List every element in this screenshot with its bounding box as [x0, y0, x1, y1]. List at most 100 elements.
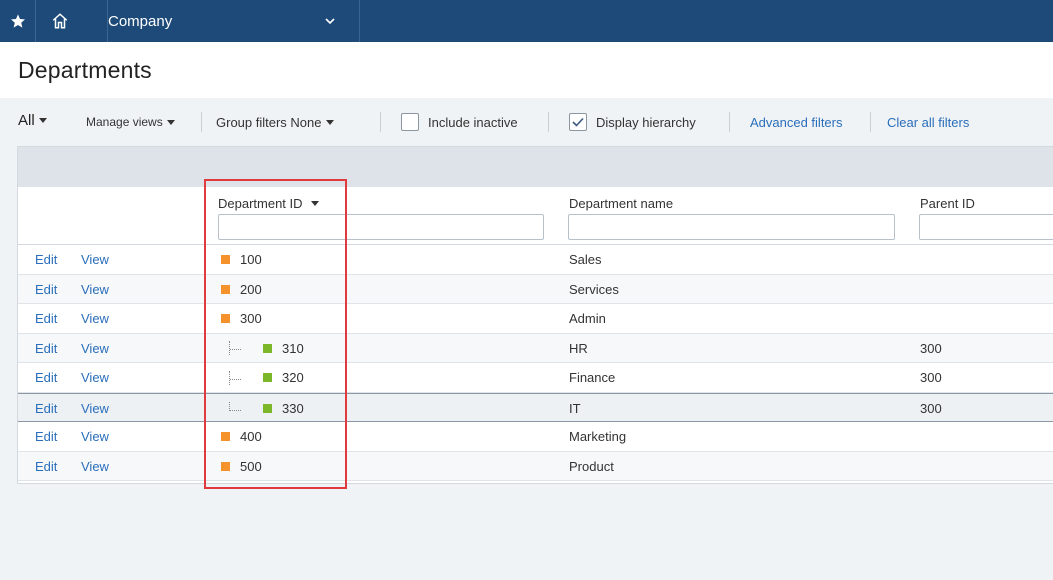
department-id: 320 — [282, 370, 304, 385]
view-link[interactable]: View — [81, 452, 109, 481]
column-header-department-name[interactable]: Department name — [569, 196, 673, 211]
edit-link[interactable]: Edit — [35, 304, 57, 333]
display-hierarchy-checkbox[interactable] — [569, 113, 587, 131]
parent-id: 300 — [920, 400, 942, 416]
edit-link[interactable]: Edit — [35, 245, 57, 274]
table-row: Edit View 320 Finance 300 — [18, 363, 1053, 393]
table-header: Department ID Department name Parent ID — [18, 187, 1053, 245]
separator — [380, 112, 381, 132]
edit-link[interactable]: Edit — [35, 275, 57, 304]
parent-department-marker-icon — [221, 461, 230, 471]
edit-link[interactable]: Edit — [35, 334, 57, 363]
table-toolbar — [18, 147, 1053, 187]
department-id: 310 — [282, 340, 304, 356]
table-row: Edit View 200 Services — [18, 274, 1053, 304]
department-id-cell: 320 — [221, 363, 304, 392]
view-selector-label: All — [18, 112, 35, 129]
company-label: Company — [108, 12, 173, 30]
favorites-button[interactable] — [0, 0, 36, 42]
view-link[interactable]: View — [81, 245, 109, 274]
group-filters-dropdown[interactable]: Group filters None — [216, 115, 334, 130]
caret-down-icon — [325, 120, 334, 125]
view-link[interactable]: View — [81, 304, 109, 333]
table-row: Edit View 310 HR 300 — [18, 333, 1053, 363]
display-hierarchy-label: Display hierarchy — [596, 114, 696, 130]
edit-link[interactable]: Edit — [35, 422, 57, 451]
department-id: 300 — [240, 311, 262, 326]
edit-link[interactable]: Edit — [35, 363, 57, 392]
department-name: HR — [569, 340, 588, 356]
table-row-selected: Edit View 330 IT 300 — [18, 392, 1053, 423]
department-id-cell: 500 — [221, 452, 262, 481]
column-header-parent-id[interactable]: Parent ID — [920, 196, 975, 211]
top-navigation-bar: Company — [0, 0, 1053, 42]
group-filters-label: Group filters None — [216, 115, 322, 130]
column-label: Department ID — [218, 196, 303, 211]
parent-department-marker-icon — [221, 314, 230, 323]
department-id-cell: 400 — [221, 422, 262, 451]
manage-views-label: Manage views — [86, 115, 163, 129]
department-id-cell: 200 — [221, 275, 262, 304]
display-hierarchy-toggle[interactable]: Display hierarchy — [569, 113, 696, 131]
include-inactive-checkbox[interactable] — [401, 113, 419, 131]
view-link[interactable]: View — [81, 275, 109, 304]
view-link[interactable]: View — [81, 422, 109, 451]
advanced-filters-link[interactable]: Advanced filters — [750, 115, 843, 130]
manage-views-dropdown[interactable]: Manage views — [86, 115, 175, 129]
table-row: Edit View 400 Marketing — [18, 422, 1053, 452]
parent-id: 300 — [920, 340, 942, 356]
department-id: 100 — [240, 252, 262, 267]
parent-department-marker-icon — [221, 255, 230, 264]
caret-down-icon — [166, 119, 175, 125]
parent-id: 300 — [920, 370, 942, 385]
clear-all-filters-link[interactable]: Clear all filters — [887, 115, 969, 130]
include-inactive-label: Include inactive — [428, 114, 518, 130]
caret-down-icon — [38, 118, 47, 123]
table-row: Edit View 300 Admin — [18, 304, 1053, 334]
child-department-marker-icon — [263, 403, 272, 413]
edit-link[interactable]: Edit — [35, 452, 57, 481]
include-inactive-toggle[interactable]: Include inactive — [401, 113, 518, 131]
page-header: Departments — [0, 42, 1053, 98]
department-name: Product — [569, 458, 614, 474]
department-id: 400 — [240, 429, 262, 444]
department-name: IT — [569, 400, 581, 416]
department-id-cell: 330 — [221, 394, 304, 423]
parent-id-filter-input[interactable] — [919, 214, 1053, 240]
view-link[interactable]: View — [81, 394, 109, 423]
company-dropdown[interactable]: Company — [84, 0, 360, 42]
department-id: 200 — [240, 281, 262, 297]
view-link[interactable]: View — [81, 363, 109, 392]
view-link[interactable]: View — [81, 334, 109, 363]
table-row: Edit View 100 Sales — [18, 245, 1053, 275]
separator — [201, 112, 202, 132]
department-id-cell: 300 — [221, 304, 262, 333]
filter-bar: All Manage views Group filters None Incl… — [0, 98, 1053, 148]
column-label: Department name — [569, 196, 674, 211]
edit-link[interactable]: Edit — [35, 394, 57, 423]
checkmark-icon — [572, 117, 584, 127]
parent-department-marker-icon — [221, 284, 230, 294]
column-label: Parent ID — [920, 196, 975, 211]
view-selector[interactable]: All — [18, 112, 47, 129]
department-name: Finance — [569, 370, 616, 385]
separator — [548, 112, 549, 132]
tree-connector-end-icon — [229, 401, 243, 411]
parent-department-marker-icon — [221, 432, 230, 441]
column-header-department-id[interactable]: Department ID — [218, 196, 319, 211]
tree-connector-icon — [229, 370, 243, 385]
department-id-cell: 100 — [221, 245, 262, 274]
table-body: Edit View 100 Sales Edit View 200 Servic… — [18, 245, 1053, 481]
separator — [870, 112, 871, 132]
sort-down-icon — [310, 201, 319, 206]
table-row: Edit View 500 Product — [18, 451, 1053, 481]
home-icon — [52, 13, 67, 29]
department-id-filter-input[interactable] — [218, 214, 544, 240]
tree-connector-icon — [229, 341, 243, 355]
department-id-cell: 310 — [221, 334, 304, 363]
child-department-marker-icon — [263, 373, 272, 382]
departments-table: Department ID Department name Parent ID … — [17, 146, 1053, 484]
department-name-filter-input[interactable] — [568, 214, 895, 240]
page-title: Departments — [18, 57, 152, 83]
department-id: 330 — [282, 400, 304, 416]
